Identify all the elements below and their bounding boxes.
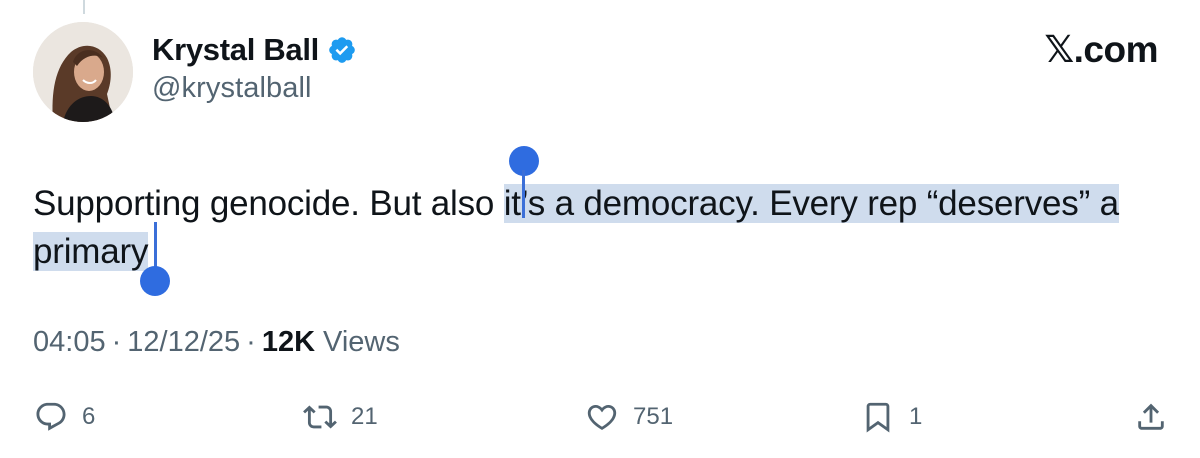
bookmark-button[interactable]: 1: [861, 392, 922, 442]
author-handle[interactable]: @krystalball: [152, 72, 357, 105]
views-count: 12K: [261, 326, 316, 358]
thread-connector-line: [83, 0, 85, 14]
verified-badge-icon: [327, 35, 357, 65]
tweet-time[interactable]: 04:05: [33, 326, 106, 359]
tweet-text[interactable]: Supporting genocide. But also it’s a dem…: [33, 180, 1183, 276]
repost-button[interactable]: 21: [303, 392, 378, 442]
like-icon: [585, 400, 619, 434]
share-button[interactable]: [1134, 392, 1168, 442]
avatar-image: [33, 22, 133, 122]
reply-count: 6: [82, 403, 96, 430]
share-icon: [1134, 400, 1168, 434]
views-label: Views: [323, 326, 400, 358]
tweet-date[interactable]: 12/12/25: [127, 326, 240, 359]
reply-icon: [34, 400, 68, 434]
selection-end-caret: [154, 222, 157, 270]
avatar[interactable]: [33, 22, 133, 122]
repost-icon: [303, 400, 337, 434]
selection-end-handle[interactable]: [140, 266, 170, 296]
meta-separator: ·: [246, 326, 256, 358]
like-count: 751: [633, 403, 674, 430]
author-display-name[interactable]: Krystal Ball: [152, 32, 319, 68]
x-brand-logo: 𝕏.com: [1044, 29, 1158, 70]
author-block: Krystal Ball @krystalball: [152, 30, 357, 105]
bookmark-icon: [861, 400, 895, 434]
bookmark-count: 1: [909, 403, 923, 430]
action-bar: 6 21 751 1: [0, 392, 1200, 442]
repost-count: 21: [351, 403, 378, 430]
tweet-meta: 04:05 · 12/12/25 · 12K Views: [33, 326, 400, 359]
reply-button[interactable]: 6: [34, 392, 95, 442]
tweet-text-unselected: Supporting genocide. But also: [33, 184, 504, 223]
tweet-card: Krystal Ball @krystalball 𝕏.com Supporti…: [0, 0, 1200, 458]
author-name-row: Krystal Ball: [152, 30, 357, 70]
meta-separator: ·: [111, 326, 122, 358]
like-button[interactable]: 751: [585, 392, 673, 442]
selection-start-caret: [522, 170, 525, 218]
